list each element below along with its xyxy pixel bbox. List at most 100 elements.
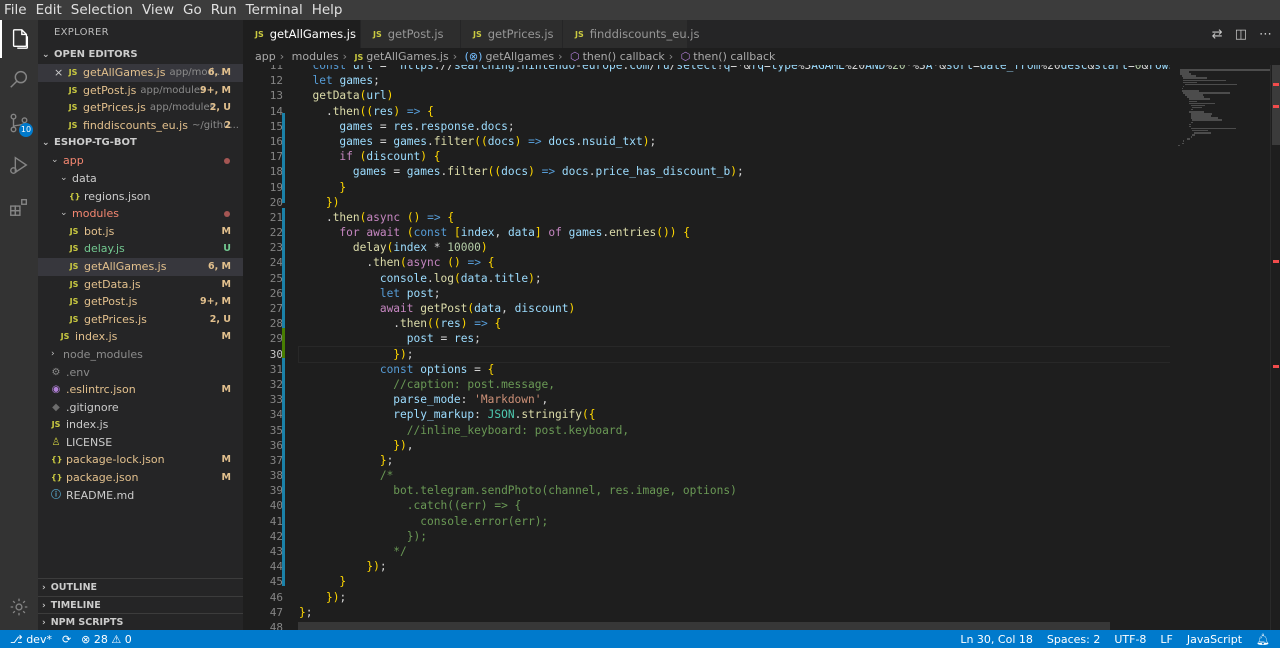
- folder-item[interactable]: › node_modules: [38, 346, 243, 364]
- file-item[interactable]: JS getData.js M: [38, 276, 243, 294]
- file-item[interactable]: {} package.json M: [38, 469, 243, 487]
- run-debug-icon[interactable]: [0, 146, 38, 184]
- code-line[interactable]: games = games.filter((docs) => docs.nsui…: [299, 134, 1170, 149]
- code-line[interactable]: delay(index * 10000): [299, 240, 1170, 255]
- outline-section[interactable]: › OUTLINE: [38, 578, 243, 596]
- code-line[interactable]: getData(url): [299, 88, 1170, 103]
- project-header[interactable]: ⌄ ESHOP-TG-BOT: [38, 134, 243, 152]
- code-line[interactable]: games = games.filter((docs) => docs.pric…: [299, 164, 1170, 179]
- code-line[interactable]: await getPost(data, discount): [299, 301, 1170, 316]
- code-line[interactable]: //caption: post.message,: [299, 377, 1170, 392]
- manage-gear-icon[interactable]: [0, 588, 38, 626]
- split-editor-icon[interactable]: ◫: [1235, 27, 1247, 42]
- problems-indicator[interactable]: ⊗ 28 ⚠ 0: [81, 633, 132, 646]
- code-line[interactable]: .then(async () => {: [299, 210, 1170, 225]
- extensions-icon[interactable]: [0, 188, 38, 226]
- code-line[interactable]: };: [299, 605, 1170, 620]
- breadcrumb-file[interactable]: getAllGames.js: [366, 50, 448, 63]
- code-line[interactable]: });: [299, 529, 1170, 544]
- code-editor[interactable]: 11 12 13 14 15 16 17 18 19 20 21 22 23 24 25 26 27 28 29 30…: [243, 65, 1170, 630]
- code-line[interactable]: //inline_keyboard: post.keyboard,: [299, 423, 1170, 438]
- open-editor-item[interactable]: × JS getAllGames.js app/mod... 6, M: [38, 64, 243, 82]
- code-line[interactable]: }): [299, 195, 1170, 210]
- indentation[interactable]: Spaces: 2: [1047, 633, 1100, 646]
- file-item[interactable]: JS index.js: [38, 416, 243, 434]
- explorer-icon[interactable]: [0, 20, 38, 58]
- menu-go[interactable]: Go: [183, 2, 202, 18]
- file-item[interactable]: {} package-lock.json M: [38, 451, 243, 469]
- search-icon[interactable]: [0, 60, 38, 98]
- open-editor-item[interactable]: JS getPost.js app/modules 9+, M: [38, 82, 243, 100]
- code-line[interactable]: .then(async () => {: [299, 255, 1170, 270]
- file-item[interactable]: {} regions.json: [38, 188, 243, 206]
- code-line[interactable]: });: [299, 590, 1170, 605]
- breadcrumb-callback-1[interactable]: then() callback: [583, 50, 665, 63]
- minimap[interactable]: [1170, 65, 1270, 630]
- file-item[interactable]: ◆ .gitignore: [38, 399, 243, 417]
- code-line[interactable]: const options = {: [299, 362, 1170, 377]
- editor-tab[interactable]: JS getPost.js: [361, 20, 461, 48]
- source-control-icon[interactable]: 10: [0, 104, 38, 142]
- file-item[interactable]: JS bot.js M: [38, 223, 243, 241]
- breadcrumb-symbol[interactable]: getAllgames: [485, 50, 554, 63]
- code-lines[interactable]: const url = 'https://searching.nintendo-…: [298, 65, 1170, 630]
- folder-item[interactable]: ⌄ modules: [38, 205, 243, 223]
- file-item[interactable]: JS getPost.js 9+, M: [38, 293, 243, 311]
- npm-scripts-section[interactable]: › NPM SCRIPTS: [38, 613, 243, 630]
- code-line[interactable]: const url = 'https://searching.nintendo-…: [299, 65, 1170, 73]
- file-item[interactable]: JS getPrices.js 2, U: [38, 311, 243, 329]
- menu-file[interactable]: File: [4, 2, 27, 18]
- breadcrumb-app[interactable]: app: [255, 50, 276, 63]
- file-item[interactable]: ♙ LICENSE: [38, 434, 243, 452]
- code-line[interactable]: games = res.response.docs;: [299, 119, 1170, 134]
- code-line[interactable]: });: [298, 345, 1170, 363]
- menu-terminal[interactable]: Terminal: [246, 2, 303, 18]
- code-line[interactable]: .catch((err) => {: [299, 498, 1170, 513]
- open-editors-header[interactable]: ⌄ OPEN EDITORS: [38, 46, 243, 64]
- code-line[interactable]: }: [299, 574, 1170, 589]
- code-line[interactable]: });: [299, 559, 1170, 574]
- git-branch[interactable]: ⎇ dev*: [10, 633, 52, 646]
- file-item[interactable]: JS index.js M: [38, 328, 243, 346]
- code-line[interactable]: console.error(err);: [299, 514, 1170, 529]
- menu-edit[interactable]: Edit: [36, 2, 62, 18]
- sync-icon[interactable]: ⟳: [62, 633, 71, 646]
- open-editor-item[interactable]: JS finddiscounts_eu.js ~/githu... 2: [38, 117, 243, 135]
- menu-help[interactable]: Help: [312, 2, 343, 18]
- editor-tab[interactable]: JS finddiscounts_eu.js: [563, 20, 699, 48]
- file-item[interactable]: JS delay.js U: [38, 240, 243, 258]
- code-line[interactable]: parse_mode: 'Markdown',: [299, 392, 1170, 407]
- file-item[interactable]: ⓘ README.md: [38, 487, 243, 505]
- breadcrumb-modules[interactable]: modules: [292, 50, 339, 63]
- code-line[interactable]: /*: [299, 468, 1170, 483]
- code-line[interactable]: reply_markup: JSON.stringify({: [299, 407, 1170, 422]
- menu-run[interactable]: Run: [211, 2, 237, 18]
- menu-selection[interactable]: Selection: [71, 2, 133, 18]
- open-editor-item[interactable]: JS getPrices.js app/modules 2, U: [38, 99, 243, 117]
- editor-tab[interactable]: JSgetAllGames.js×: [243, 20, 373, 48]
- vertical-scrollbar[interactable]: [1270, 65, 1280, 630]
- code-line[interactable]: let post;: [299, 286, 1170, 301]
- end-of-line[interactable]: LF: [1160, 633, 1172, 646]
- code-line[interactable]: console.log(data.title);: [299, 271, 1170, 286]
- compare-changes-icon[interactable]: ⇄: [1212, 27, 1223, 42]
- editor-tab[interactable]: JS getPrices.js: [461, 20, 563, 48]
- code-line[interactable]: .then((res) => {: [299, 104, 1170, 119]
- cursor-position[interactable]: Ln 30, Col 18: [960, 633, 1033, 646]
- folder-item[interactable]: ⌄ app: [38, 152, 243, 170]
- code-line[interactable]: if (discount) {: [299, 149, 1170, 164]
- horizontal-scrollbar[interactable]: [298, 622, 1110, 630]
- encoding[interactable]: UTF-8: [1114, 633, 1146, 646]
- menu-view[interactable]: View: [142, 2, 174, 18]
- close-icon[interactable]: ×: [54, 64, 68, 82]
- code-line[interactable]: };: [299, 453, 1170, 468]
- code-line[interactable]: let games;: [299, 73, 1170, 88]
- notifications-bell-icon[interactable]: 🔔︎: [1256, 633, 1270, 646]
- code-line[interactable]: post = res;: [299, 331, 1170, 346]
- breadcrumb-callback-2[interactable]: then() callback: [693, 50, 775, 63]
- folder-item[interactable]: ⌄ data: [38, 170, 243, 188]
- code-line[interactable]: }),: [299, 438, 1170, 453]
- file-item[interactable]: JS getAllGames.js 6, M: [38, 257, 243, 276]
- file-item[interactable]: ◉ .eslintrc.json M: [38, 381, 243, 399]
- code-line[interactable]: */: [299, 544, 1170, 559]
